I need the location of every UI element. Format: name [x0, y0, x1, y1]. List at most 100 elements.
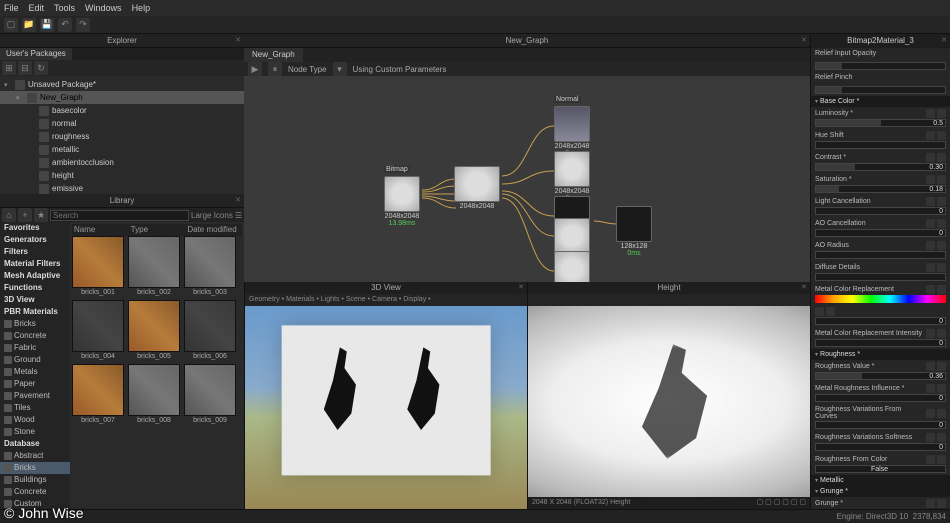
- lib-item[interactable]: bricks_008: [128, 364, 180, 426]
- explorer-tab[interactable]: User's Packages: [0, 48, 72, 60]
- prop-control[interactable]: 0: [811, 305, 950, 327]
- prop-control[interactable]: Contrast *0.30: [811, 151, 950, 173]
- menu-tools[interactable]: Tools: [54, 3, 75, 13]
- lib-category[interactable]: Concrete: [0, 330, 70, 342]
- tree-item[interactable]: ▾New_Graph: [0, 91, 244, 104]
- tree-item[interactable]: basecolor: [0, 104, 244, 117]
- prop-control[interactable]: Saturation *0.18: [811, 173, 950, 195]
- prop-header[interactable]: Base Color *: [811, 96, 950, 107]
- prop-control[interactable]: AO Radius: [811, 239, 950, 261]
- lib-category[interactable]: Paper: [0, 378, 70, 390]
- fav-icon[interactable]: ★: [34, 208, 48, 222]
- graph-node[interactable]: 2048x20480ms: [554, 151, 590, 202]
- graph-node[interactable]: Bitmap2048x204813.98ms: [384, 176, 420, 227]
- prop-control[interactable]: Roughness Variations Softness0: [811, 431, 950, 453]
- tree-item[interactable]: roughness: [0, 130, 244, 143]
- prop-header[interactable]: Relief Pinch: [811, 72, 950, 83]
- graph-node[interactable]: Normal2048x20480ms: [554, 106, 590, 157]
- settings-icon[interactable]: ☰: [235, 211, 242, 220]
- lib-item[interactable]: bricks_002: [128, 236, 180, 298]
- lib-category[interactable]: Metals: [0, 366, 70, 378]
- tree-collapse-icon[interactable]: ⊟: [18, 61, 32, 75]
- lib-category[interactable]: Ground: [0, 354, 70, 366]
- refresh-icon[interactable]: ↻: [34, 61, 48, 75]
- lib-category[interactable]: Pavement: [0, 390, 70, 402]
- menu-windows[interactable]: Windows: [85, 3, 122, 13]
- lib-category[interactable]: Tiles: [0, 402, 70, 414]
- open-icon[interactable]: 📁: [22, 18, 36, 32]
- lib-item[interactable]: bricks_009: [184, 364, 236, 426]
- prop-control[interactable]: Roughness From ColorFalse: [811, 453, 950, 475]
- 3d-viewport[interactable]: [245, 306, 527, 509]
- prop-control[interactable]: Metal Color Replacement Intensity0: [811, 327, 950, 349]
- prop-control[interactable]: Metal Roughness Influence *0: [811, 382, 950, 404]
- graph-node[interactable]: 2048x2048: [454, 166, 500, 210]
- lib-category[interactable]: Filters: [0, 246, 70, 258]
- lib-item[interactable]: bricks_004: [72, 300, 124, 362]
- dropdown-icon[interactable]: ▾: [333, 62, 347, 76]
- prop-header[interactable]: Metallic: [811, 475, 950, 486]
- prop-control[interactable]: Metal Color Replacement: [811, 283, 950, 305]
- tree-item[interactable]: emissive: [0, 182, 244, 194]
- prop-control[interactable]: Hue Shift: [811, 129, 950, 151]
- undo-icon[interactable]: ↶: [58, 18, 72, 32]
- play-icon[interactable]: ▶: [248, 62, 262, 76]
- col-name[interactable]: Name: [72, 224, 129, 236]
- prop-control[interactable]: Light Cancellation0: [811, 195, 950, 217]
- home-icon[interactable]: ⌂: [2, 208, 16, 222]
- lib-category[interactable]: Concrete: [0, 486, 70, 498]
- lib-category[interactable]: PBR Materials: [0, 306, 70, 318]
- lib-category[interactable]: 3D View: [0, 294, 70, 306]
- tree-item[interactable]: ▾Unsaved Package*: [0, 78, 244, 91]
- prop-header[interactable]: Roughness *: [811, 349, 950, 360]
- save-icon[interactable]: 💾: [40, 18, 54, 32]
- lib-item[interactable]: bricks_006: [184, 300, 236, 362]
- graph-tab[interactable]: New_Graph: [244, 48, 303, 62]
- prop-header[interactable]: Grunge *: [811, 486, 950, 497]
- tree-item[interactable]: height: [0, 169, 244, 182]
- lib-item[interactable]: bricks_003: [184, 236, 236, 298]
- col-type[interactable]: Type: [129, 224, 186, 236]
- search-input[interactable]: [50, 210, 189, 221]
- lib-category[interactable]: Generators: [0, 234, 70, 246]
- 3d-view-menu[interactable]: Geometry • Materials • Lights • Scene • …: [245, 294, 527, 306]
- tree-expand-icon[interactable]: ⊞: [2, 61, 16, 75]
- prop-control[interactable]: Roughness Value *0.36: [811, 360, 950, 382]
- redo-icon[interactable]: ↷: [76, 18, 90, 32]
- lib-category[interactable]: Database: [0, 438, 70, 450]
- lib-category[interactable]: Functions: [0, 282, 70, 294]
- lib-category[interactable]: Bricks: [0, 318, 70, 330]
- col-date[interactable]: Date modified: [185, 224, 242, 236]
- prop-control[interactable]: AO Cancellation0: [811, 217, 950, 239]
- new-icon[interactable]: ▢: [4, 18, 18, 32]
- prop-control[interactable]: Roughness Variations From Curves0: [811, 404, 950, 431]
- menu-help[interactable]: Help: [132, 3, 151, 13]
- lib-category[interactable]: Mesh Adaptive: [0, 270, 70, 282]
- menu-edit[interactable]: Edit: [29, 3, 45, 13]
- lib-category[interactable]: Favorites: [0, 222, 70, 234]
- lib-category[interactable]: Fabric: [0, 342, 70, 354]
- lib-category[interactable]: Abstract: [0, 450, 70, 462]
- tree-item[interactable]: metallic: [0, 143, 244, 156]
- view-mode[interactable]: Large Icons: [191, 211, 233, 220]
- 2d-view-toolbar[interactable]: [528, 294, 810, 306]
- lib-item[interactable]: bricks_005: [128, 300, 180, 362]
- menu-file[interactable]: File: [4, 3, 19, 13]
- tree-item[interactable]: normal: [0, 117, 244, 130]
- prop-control[interactable]: Grunge *On: [811, 497, 950, 509]
- prop-control[interactable]: Diffuse Details: [811, 261, 950, 283]
- tree-item[interactable]: ambientocclusion: [0, 156, 244, 169]
- lib-category[interactable]: Bricks: [0, 462, 70, 474]
- graph-node[interactable]: 128x1280ms: [616, 206, 652, 257]
- lib-item[interactable]: bricks_001: [72, 236, 124, 298]
- zoom-icons[interactable]: ▢ ▢ ▢ ▢ ▢ ▢: [757, 497, 806, 509]
- add-icon[interactable]: +: [18, 208, 32, 222]
- graph-canvas[interactable]: Bitmap2048x204813.98ms 2048x2048 Normal204…: [244, 76, 810, 282]
- 2d-viewport[interactable]: [528, 306, 810, 497]
- pause-icon[interactable]: ⏸: [268, 62, 282, 76]
- graph-node[interactable]: 2048x20480ms: [554, 251, 590, 282]
- lib-category[interactable]: Stone: [0, 426, 70, 438]
- prop-control[interactable]: Luminosity *0.5: [811, 107, 950, 129]
- prop-header[interactable]: Relief Input Opacity: [811, 48, 950, 59]
- lib-item[interactable]: bricks_007: [72, 364, 124, 426]
